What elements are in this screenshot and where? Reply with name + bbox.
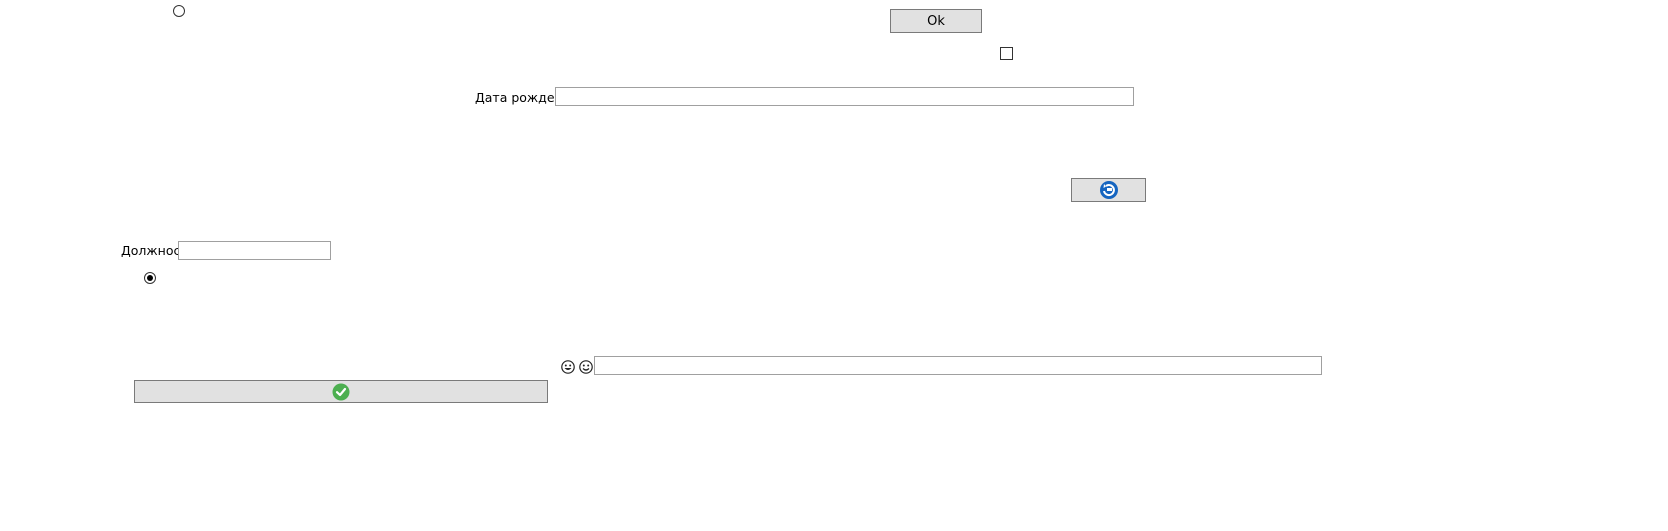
refresh-button[interactable]: [1071, 178, 1146, 202]
ok-button[interactable]: Ok: [890, 9, 982, 33]
smile-face-icon: [579, 360, 593, 374]
radio-selected[interactable]: [144, 272, 156, 284]
emoji-text-field[interactable]: [594, 356, 1322, 375]
birth-date-field[interactable]: [555, 87, 1134, 106]
grin-face-icon: [561, 360, 575, 374]
confirm-button[interactable]: [134, 380, 548, 403]
radio-top[interactable]: [173, 5, 185, 17]
check-circle-icon: [332, 383, 350, 401]
checkbox[interactable]: [1000, 47, 1013, 60]
refresh-icon: [1099, 180, 1119, 200]
position-field[interactable]: [178, 241, 331, 260]
